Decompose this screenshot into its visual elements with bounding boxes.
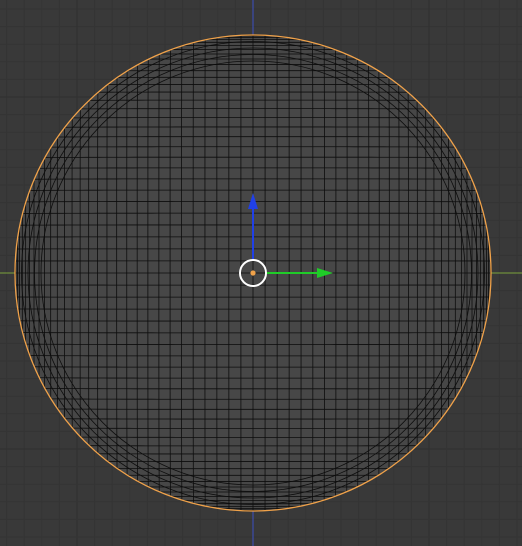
object-origin-dot <box>250 270 256 276</box>
3d-viewport[interactable] <box>0 0 522 546</box>
viewport-canvas[interactable] <box>0 0 522 546</box>
